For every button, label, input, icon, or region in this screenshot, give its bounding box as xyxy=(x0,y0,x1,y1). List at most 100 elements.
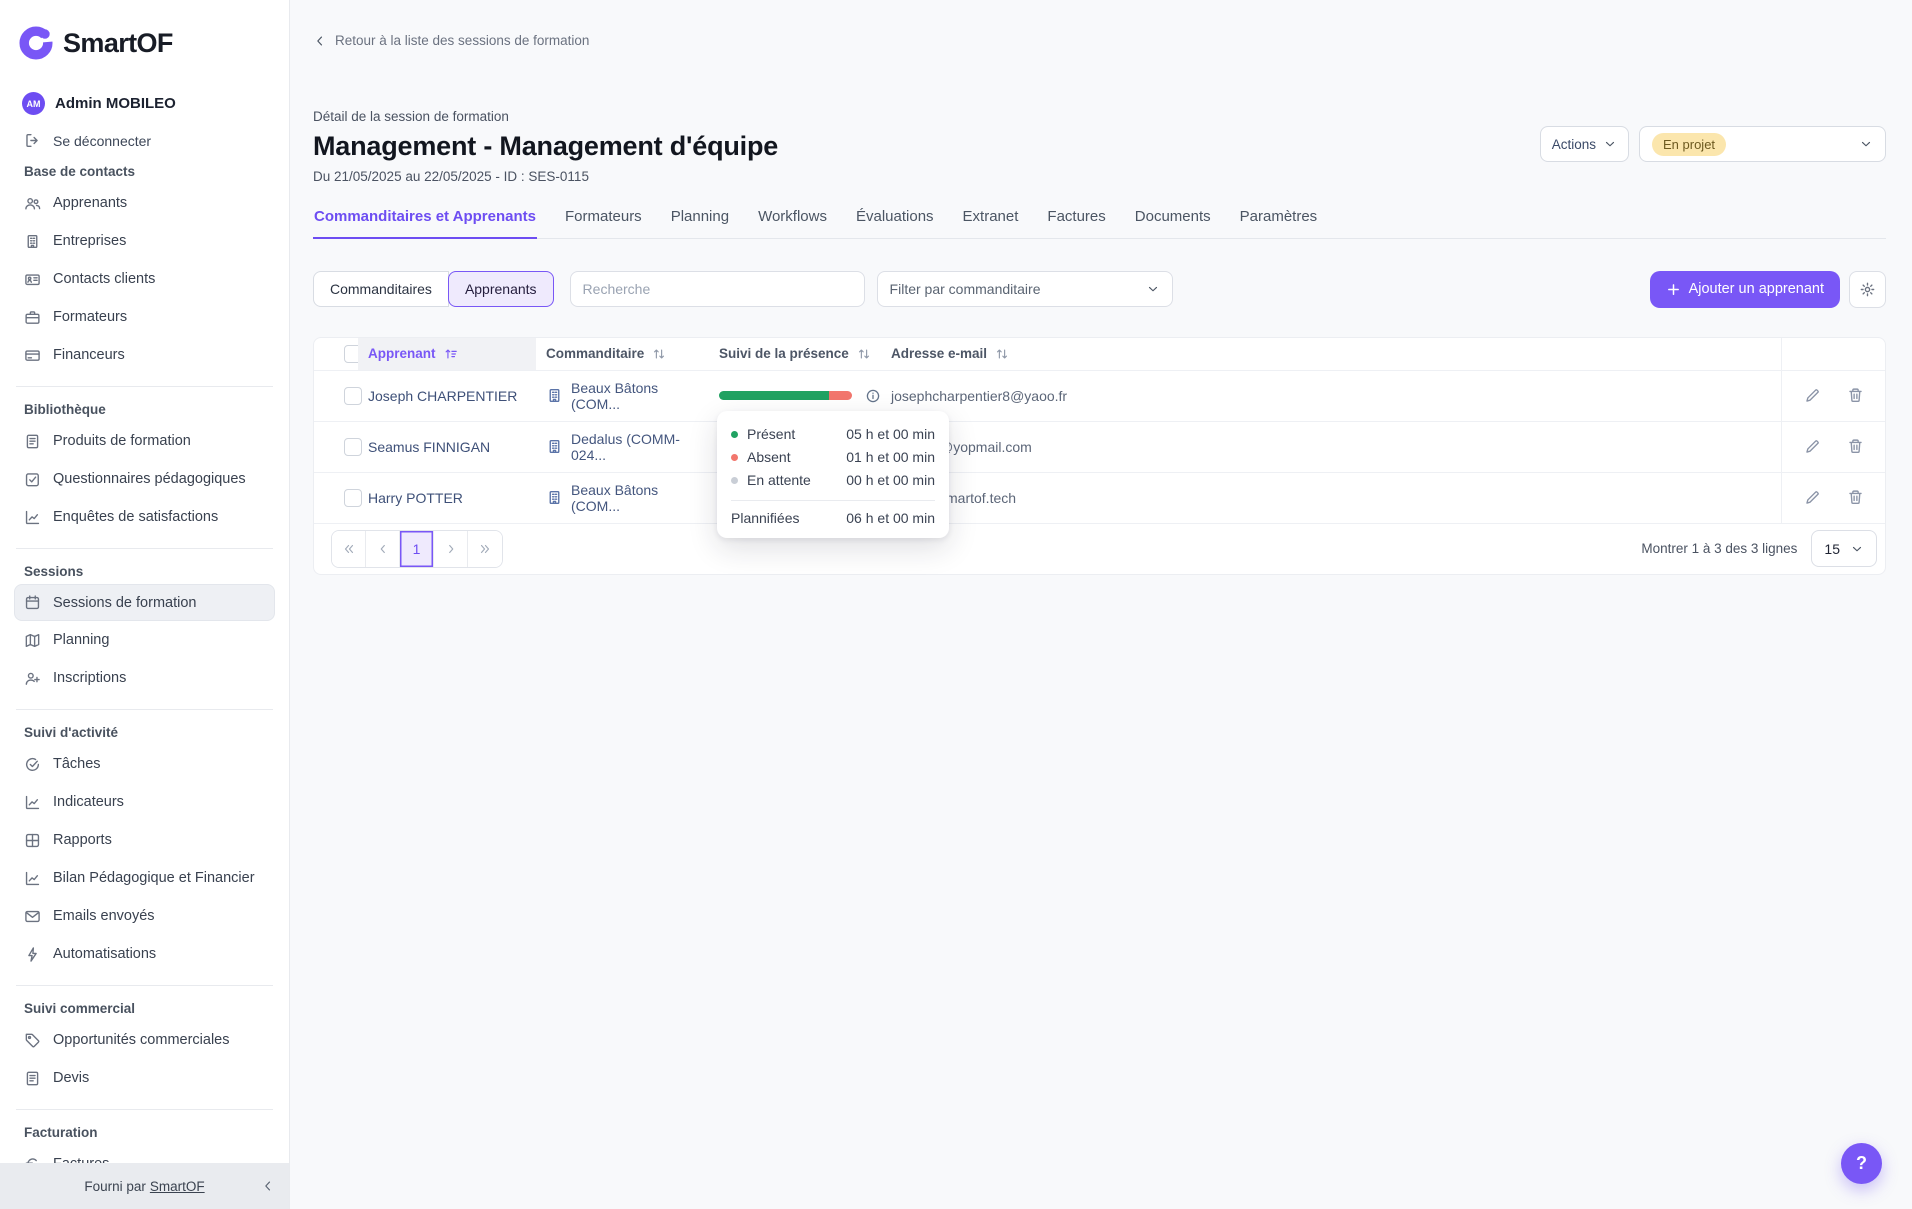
column-header-email[interactable]: Adresse e-mail xyxy=(881,338,1781,370)
tab-extranet[interactable]: Extranet xyxy=(962,208,1020,238)
next-page-button[interactable] xyxy=(434,530,468,567)
tab-documents[interactable]: Documents xyxy=(1134,208,1212,238)
chevron-down-icon xyxy=(1859,137,1873,151)
presence-bar-present xyxy=(719,391,830,400)
column-header-presence[interactable]: Suivi de la présence xyxy=(709,338,881,370)
footer-prefix: Fourni par xyxy=(84,1178,146,1194)
chevron-down-icon xyxy=(1850,542,1864,556)
building-icon xyxy=(546,387,563,404)
column-header-commanditaire[interactable]: Commanditaire xyxy=(536,338,709,370)
avatar: AM xyxy=(22,92,45,115)
column-header-apprenant[interactable]: Apprenant xyxy=(358,337,536,370)
page-subtitle: Du 21/05/2025 au 22/05/2025 - ID : SES-0… xyxy=(313,168,589,184)
delete-icon[interactable] xyxy=(1847,438,1864,455)
edit-icon[interactable] xyxy=(1804,438,1821,455)
sidebar-item-contacts-clients[interactable]: Contacts clients xyxy=(0,260,289,298)
sidebar-item-inscriptions[interactable]: Inscriptions xyxy=(0,659,289,697)
sidebar-item-automatisations[interactable]: Automatisations xyxy=(0,935,289,973)
tab-workflows[interactable]: Workflows xyxy=(757,208,828,238)
tag-icon xyxy=(24,1032,41,1049)
logout-button[interactable]: Se déconnecter xyxy=(0,132,289,149)
sidebar-item-opportunites-commerciales[interactable]: Opportunités commerciales xyxy=(0,1021,289,1059)
tab-commanditaires-et-apprenants[interactable]: Commanditaires et Apprenants xyxy=(313,208,537,239)
apprenant-name[interactable]: Harry POTTER xyxy=(358,473,536,523)
last-page-button[interactable] xyxy=(468,530,502,567)
first-page-button[interactable] xyxy=(332,530,366,567)
sidebar-item-questionnaires-pedagogiques[interactable]: Questionnaires pédagogiques xyxy=(0,460,289,498)
checklist-icon xyxy=(24,471,41,488)
edit-icon[interactable] xyxy=(1804,489,1821,506)
sidebar-item-emails-envoyes[interactable]: Emails envoyés xyxy=(0,897,289,935)
tab-parametres[interactable]: Paramètres xyxy=(1239,208,1319,238)
table-row: Joseph CHARPENTIER Beaux Bâtons (COM... … xyxy=(314,369,1885,421)
toggle-commanditaires[interactable]: Commanditaires xyxy=(313,271,449,307)
commanditaire-link[interactable]: Dedalus (COMM-024... xyxy=(536,422,709,472)
id-card-icon xyxy=(24,271,41,288)
table-pagination: 1 Montrer 1 à 3 des 3 lignes 15 xyxy=(314,522,1885,574)
briefcase-icon xyxy=(24,309,41,326)
tab-bar: Commanditaires et Apprenants Formateurs … xyxy=(313,208,1886,239)
calendar-icon xyxy=(24,594,41,611)
status-select[interactable]: En projet xyxy=(1639,126,1886,162)
commanditaire-link[interactable]: Beaux Bâtons (COM... xyxy=(536,473,709,523)
sidebar-item-planning[interactable]: Planning xyxy=(0,621,289,659)
footer-brand-link[interactable]: SmartOF xyxy=(150,1179,205,1194)
delete-icon[interactable] xyxy=(1847,489,1864,506)
sidebar-item-produits-de-formation[interactable]: Produits de formation xyxy=(0,422,289,460)
sidebar-collapse-icon[interactable] xyxy=(261,1179,275,1193)
sidebar-item-bilan-pedagogique-et-financier[interactable]: Bilan Pédagogique et Financier xyxy=(0,859,289,897)
back-link[interactable]: Retour à la liste des sessions de format… xyxy=(313,33,589,48)
section-bibliotheque: Bibliothèque xyxy=(24,402,106,417)
check-circle-icon xyxy=(24,756,41,773)
sidebar-item-apprenants[interactable]: Apprenants xyxy=(0,184,289,222)
tooltip-row-present: Présent 05 h et 00 min xyxy=(731,423,935,446)
section-sessions: Sessions xyxy=(24,564,84,579)
sidebar-item-rapports[interactable]: Rapports xyxy=(0,821,289,859)
toggle-apprenants[interactable]: Apprenants xyxy=(447,271,554,307)
credit-card-icon xyxy=(24,347,41,364)
commanditaire-link[interactable]: Beaux Bâtons (COM... xyxy=(536,371,709,421)
info-icon[interactable] xyxy=(865,388,881,404)
tooltip-row-absent: Absent 01 h et 00 min xyxy=(731,446,935,469)
search-input[interactable] xyxy=(569,271,865,307)
chevron-down-icon xyxy=(1603,137,1617,151)
sidebar-item-entreprises[interactable]: Entreprises xyxy=(0,222,289,260)
page-size-select[interactable]: 15 xyxy=(1811,530,1877,567)
apprenant-name[interactable]: Joseph CHARPENTIER xyxy=(358,371,536,421)
tab-factures[interactable]: Factures xyxy=(1046,208,1106,238)
user-name: Admin MOBILEO xyxy=(55,95,176,112)
page-number[interactable]: 1 xyxy=(400,530,434,567)
section-suivi-commercial: Suivi commercial xyxy=(24,1001,136,1016)
sidebar-item-sessions-de-formation[interactable]: Sessions de formation xyxy=(14,584,275,621)
add-apprenant-button[interactable]: Ajouter un apprenant xyxy=(1649,270,1840,308)
sidebar-item-factures[interactable]: Factures xyxy=(0,1145,289,1163)
apprenants-table: Apprenant Commanditaire Suivi de la prés… xyxy=(313,336,1886,575)
edit-icon[interactable] xyxy=(1804,387,1821,404)
sidebar-item-financeurs[interactable]: Financeurs xyxy=(0,336,289,374)
table-row: Seamus FINNIGAN Dedalus (COMM-024... @yo… xyxy=(314,420,1885,472)
delete-icon[interactable] xyxy=(1847,387,1864,404)
tab-evaluations[interactable]: Évaluations xyxy=(855,208,935,238)
building-icon xyxy=(24,233,41,250)
help-button[interactable]: ? xyxy=(1841,1143,1882,1184)
actions-button[interactable]: Actions xyxy=(1539,126,1629,162)
divider xyxy=(16,985,273,986)
sidebar-item-taches[interactable]: Tâches xyxy=(0,745,289,783)
sidebar-item-devis[interactable]: Devis xyxy=(0,1059,289,1097)
sidebar-item-indicateurs[interactable]: Indicateurs xyxy=(0,783,289,821)
apprenant-name[interactable]: Seamus FINNIGAN xyxy=(358,422,536,472)
sidebar-item-formateurs[interactable]: Formateurs xyxy=(0,298,289,336)
header-actions: Actions En projet xyxy=(1539,126,1886,162)
presence-bar xyxy=(719,391,852,400)
table-settings-button[interactable] xyxy=(1849,270,1886,308)
tab-formateurs[interactable]: Formateurs xyxy=(564,208,643,238)
prev-page-button[interactable] xyxy=(366,530,400,567)
tab-planning[interactable]: Planning xyxy=(670,208,730,238)
sidebar-item-enquetes-de-satisfactions[interactable]: Enquêtes de satisfactions xyxy=(0,498,289,536)
apprenant-email: @yopmail.com xyxy=(939,438,1032,455)
toolbar: Commanditaires Apprenants Filter par com… xyxy=(313,270,1886,308)
filter-commanditaire-select[interactable]: Filter par commanditaire xyxy=(876,271,1173,307)
chart-icon xyxy=(24,509,41,526)
presence-tooltip: Présent 05 h et 00 min Absent 01 h et 00… xyxy=(717,410,949,538)
logout-icon xyxy=(24,132,41,149)
